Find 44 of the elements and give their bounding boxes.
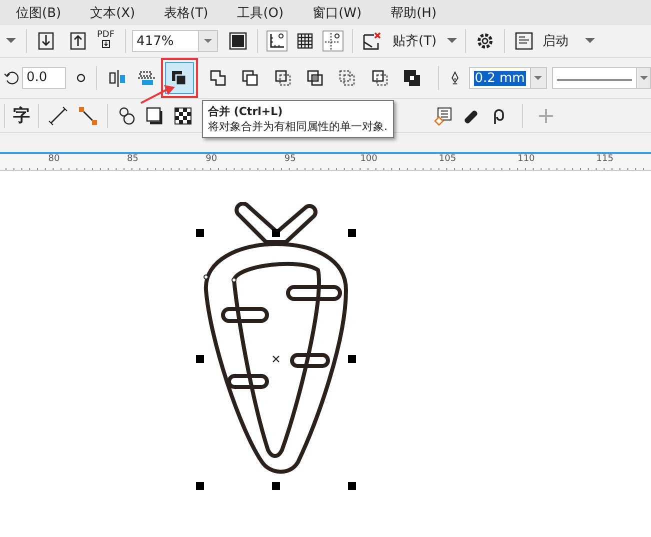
ruler-label: 105 bbox=[438, 154, 456, 164]
outline-width-combo[interactable]: 0.2 mm bbox=[468, 67, 547, 89]
connector-icon[interactable] bbox=[77, 104, 99, 126]
ruler-label: 100 bbox=[360, 154, 378, 164]
ruler-label: 90 bbox=[206, 154, 218, 164]
rulers-icon[interactable] bbox=[266, 30, 288, 52]
snap-to-menu[interactable]: 贴齐(T) bbox=[392, 32, 437, 50]
dropdown-caret-icon[interactable] bbox=[584, 38, 595, 44]
dropdown-caret-icon[interactable] bbox=[204, 39, 212, 43]
guidelines-icon[interactable] bbox=[322, 30, 344, 52]
menu-item[interactable]: 位图(B) bbox=[16, 4, 62, 22]
pointer-arrow bbox=[140, 84, 176, 104]
dropdown-caret-icon[interactable] bbox=[640, 76, 648, 80]
download-icon bbox=[102, 40, 110, 48]
rotation-field[interactable]: 0.0 bbox=[22, 67, 66, 89]
menu-item[interactable]: 表格(T) bbox=[164, 4, 208, 22]
text-tool[interactable]: 字 bbox=[13, 104, 30, 127]
dropdown-caret-icon[interactable] bbox=[534, 76, 542, 80]
line-style-icon bbox=[557, 78, 632, 82]
ruler-label: 110 bbox=[518, 154, 535, 164]
zoom-combo[interactable]: 417% bbox=[132, 30, 218, 52]
launch-menu[interactable]: 启动 bbox=[542, 32, 569, 50]
ruler-label: 80 bbox=[48, 154, 60, 164]
menu-item[interactable]: 窗口(W) bbox=[312, 4, 362, 22]
ruler-label: 115 bbox=[596, 154, 614, 164]
menu-item[interactable]: 工具(O) bbox=[237, 4, 284, 22]
ruler-label: 95 bbox=[284, 154, 296, 164]
dropdown-caret-icon[interactable] bbox=[6, 38, 16, 44]
tooltip-description: 将对象合并为有相同属性的单一对象. bbox=[208, 119, 388, 134]
degree-icon bbox=[76, 73, 86, 83]
window-icon[interactable] bbox=[512, 30, 535, 52]
menu-item[interactable]: 帮助(H) bbox=[390, 4, 437, 22]
tooltip-title: 合并 (Ctrl+L) bbox=[208, 104, 284, 119]
menu-item[interactable]: 文本(X) bbox=[90, 4, 136, 22]
color-style-icon[interactable] bbox=[432, 104, 454, 126]
transparency-icon[interactable] bbox=[172, 104, 194, 126]
line-tool-icon[interactable] bbox=[47, 104, 69, 126]
pdf-export-button[interactable]: PDF bbox=[97, 31, 115, 51]
dropdown-caret-icon[interactable] bbox=[446, 38, 457, 44]
line-style-combo[interactable] bbox=[552, 67, 651, 89]
ruler-label: 85 bbox=[126, 154, 138, 164]
selected-carrot-drawing[interactable] bbox=[196, 202, 356, 490]
full-screen-icon[interactable] bbox=[226, 30, 249, 52]
snap-off-icon[interactable] bbox=[360, 30, 383, 52]
